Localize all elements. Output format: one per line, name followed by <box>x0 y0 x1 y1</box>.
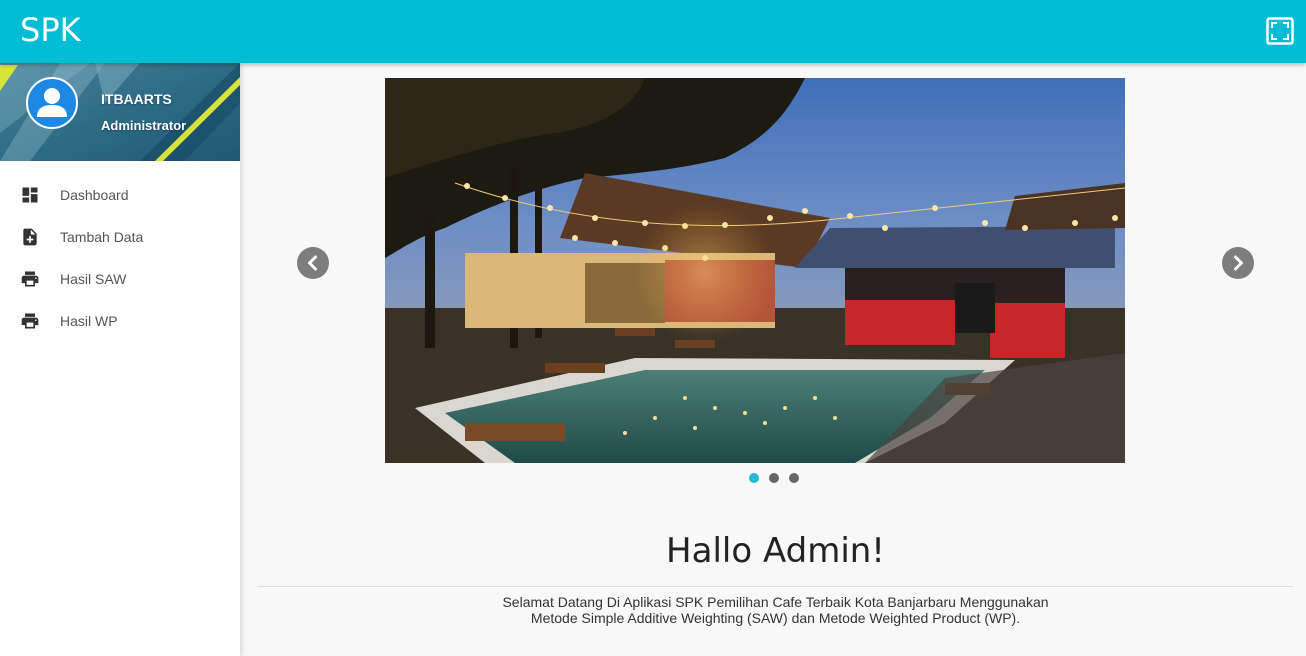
main-content: Hallo Admin! Selamat Datang Di Aplikasi … <box>240 63 1306 656</box>
welcome-line-1: Selamat Datang Di Aplikasi SPK Pemilihan… <box>502 594 1049 610</box>
welcome-text: Selamat Datang Di Aplikasi SPK Pemilihan… <box>258 594 1293 626</box>
note-add-icon <box>23 228 37 246</box>
sidebar-item-dashboard[interactable]: Dashboard <box>0 175 240 217</box>
chevron-left-icon <box>308 255 317 271</box>
carousel-indicator-3[interactable] <box>789 473 799 483</box>
sidebar-item-label: Tambah Data <box>60 229 144 245</box>
user-role: Administrator <box>101 118 187 133</box>
print-icon <box>21 313 39 329</box>
fullscreen-icon <box>1266 17 1294 45</box>
user-name[interactable]: ITBAARTS <box>101 91 172 107</box>
image-carousel[interactable] <box>385 78 1125 463</box>
sidebar-item-label: Hasil SAW <box>60 271 127 287</box>
carousel-indicator-2[interactable] <box>769 473 779 483</box>
sidebar-menu: Dashboard Tambah Data Hasil SAW Hasil WP <box>0 161 240 343</box>
sidebar-item-tambah-data[interactable]: Tambah Data <box>0 217 240 259</box>
divider <box>258 586 1293 587</box>
chevron-right-icon <box>1234 255 1243 271</box>
person-icon <box>37 88 67 117</box>
left-sidebar: ITBAARTS Administrator Dashboard Tambah … <box>0 63 240 656</box>
carousel-next-button[interactable] <box>1222 247 1254 279</box>
carousel-indicator-1[interactable] <box>749 473 759 483</box>
brand-logo[interactable]: SPK <box>20 11 81 49</box>
greeting-heading: Hallo Admin! <box>666 531 885 571</box>
sidebar-item-label: Dashboard <box>60 187 129 203</box>
fullscreen-button[interactable] <box>1266 17 1294 45</box>
top-navbar: SPK <box>0 0 1306 63</box>
carousel-slide-image <box>385 78 1125 463</box>
dashboard-icon <box>22 187 38 203</box>
avatar[interactable] <box>26 77 78 129</box>
print-icon <box>21 271 39 287</box>
carousel-prev-button[interactable] <box>297 247 329 279</box>
user-info-panel: ITBAARTS Administrator <box>0 63 240 161</box>
sidebar-item-hasil-wp[interactable]: Hasil WP <box>0 301 240 343</box>
sidebar-item-hasil-saw[interactable]: Hasil SAW <box>0 259 240 301</box>
sidebar-item-label: Hasil WP <box>60 313 118 329</box>
welcome-line-2: Metode Simple Additive Weighting (SAW) d… <box>530 610 1021 626</box>
